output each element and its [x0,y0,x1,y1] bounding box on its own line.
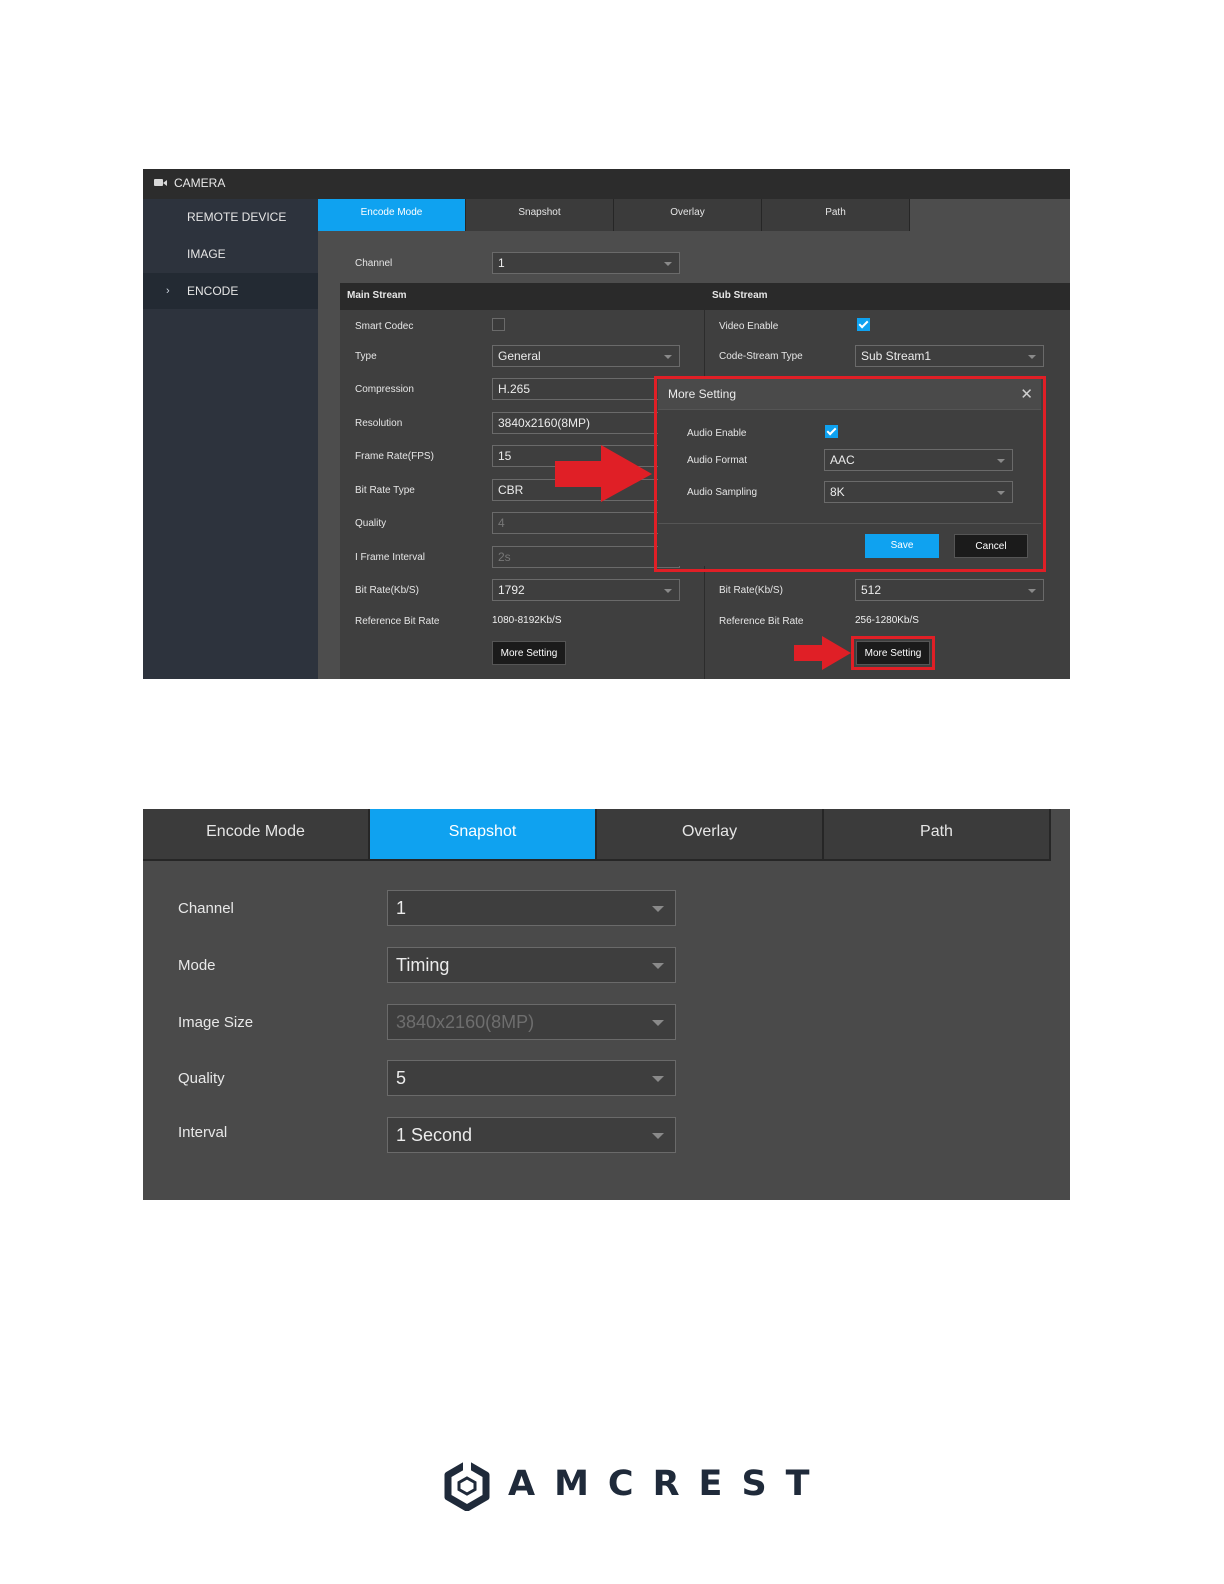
mode-label: Mode [178,957,216,974]
bit-rate-type-label: Bit Rate Type [355,485,415,496]
iframe-interval-value: 2s [498,550,511,564]
red-arrow-icon [794,636,851,670]
code-stream-type-value: Sub Stream1 [861,349,932,363]
dropdown-arrow-icon [664,589,672,593]
dropdown-arrow-icon [652,1076,664,1082]
frame-rate-value: 15 [498,449,512,463]
mode-value: Timing [396,955,450,975]
video-enable-checkbox[interactable] [857,318,870,331]
dropdown-arrow-icon [652,1133,664,1139]
highlight-box-more-setting [851,636,935,670]
quality-label: Quality [355,518,387,529]
tab-snapshot[interactable]: Snapshot [466,199,614,231]
main-bit-rate-value: 1792 [498,583,525,597]
iframe-interval-label: I Frame Interval [355,552,426,563]
channel-select[interactable]: 1 [492,252,680,274]
quality-value: 4 [498,516,505,530]
main-bit-rate-select[interactable]: 1792 [492,579,680,601]
tab-encode-mode[interactable]: Encode Mode [143,809,370,861]
quality-label: Quality [178,1070,225,1087]
resolution-select[interactable]: 3840x2160(8MP) [492,412,680,434]
code-stream-type-select[interactable]: Sub Stream1 [855,345,1044,367]
highlight-box-dialog [654,376,1046,572]
sidebar-item-label: ENCODE [187,284,239,298]
sidebar-item-label: IMAGE [187,247,226,261]
sidebar-item-remote-device[interactable]: REMOTE DEVICE [143,199,318,235]
main-more-setting-button[interactable]: More Setting [492,641,566,665]
code-stream-type-label: Code-Stream Type [719,351,803,362]
resolution-value: 3840x2160(8MP) [498,416,591,430]
dropdown-arrow-icon [1028,589,1036,593]
main-reference-bit-rate-value: 1080-8192Kb/S [492,615,562,626]
red-arrow-icon [555,445,652,502]
quality-value: 5 [396,1068,407,1088]
sidebar: REMOTE DEVICE IMAGE › ENCODE [143,199,318,679]
compression-value: H.265 [498,382,531,396]
stream-header-bar [340,283,1070,310]
snapshot-screenshot: Encode Mode Snapshot Overlay Path Channe… [143,809,1070,1200]
interval-label: Interval [178,1124,228,1141]
sidebar-item-encode[interactable]: › ENCODE [143,273,318,309]
chevron-right-icon: › [166,285,170,297]
tab-snapshot[interactable]: Snapshot [370,809,597,861]
quality-select[interactable]: 4 [492,512,680,534]
tab-overlay[interactable]: Overlay [597,809,824,861]
video-enable-label: Video Enable [719,321,779,332]
type-select[interactable]: General [492,345,680,367]
sidebar-item-label: REMOTE DEVICE [187,210,287,224]
image-size-value: 3840x2160(8MP) [396,1012,535,1032]
tab-encode-mode[interactable]: Encode Mode [318,199,466,231]
encode-mode-screenshot: CAMERA REMOTE DEVICE IMAGE › ENCODE Enco… [143,169,1070,679]
dropdown-arrow-icon [652,963,664,969]
amcrest-logo: AMCREST [444,1461,810,1511]
tab-overlay[interactable]: Overlay [614,199,762,231]
image-size-select[interactable]: 3840x2160(8MP) [387,1004,676,1040]
main-stream-header: Main Stream [347,290,407,301]
sub-bit-rate-value: 512 [861,583,882,597]
sub-bit-rate-select[interactable]: 512 [855,579,1044,601]
main-reference-bit-rate-label: Reference Bit Rate [355,616,440,627]
type-label: Type [355,351,377,362]
compression-label: Compression [355,384,414,395]
channel-label: Channel [355,258,393,269]
sidebar-item-image[interactable]: IMAGE [143,236,318,272]
compression-select[interactable]: H.265 [492,378,680,400]
dropdown-arrow-icon [664,262,672,266]
channel-value: 1 [498,256,505,270]
amcrest-wordmark: AMCREST [508,1464,829,1504]
channel-select[interactable]: 1 [387,890,676,926]
type-value: General [498,349,541,363]
sub-reference-bit-rate-label: Reference Bit Rate [719,616,804,627]
tab-path[interactable]: Path [824,809,1051,861]
channel-label: Channel [178,900,234,917]
resolution-label: Resolution [355,418,403,429]
interval-value: 1 Second [396,1125,473,1145]
image-size-label: Image Size [178,1014,254,1031]
video-camera-icon [154,179,167,186]
sub-stream-header: Sub Stream [712,290,768,301]
dropdown-arrow-icon [1028,355,1036,359]
smart-codec-checkbox[interactable] [492,318,505,331]
dropdown-arrow-icon [664,355,672,359]
channel-value: 1 [396,898,407,918]
tab-path[interactable]: Path [762,199,910,231]
camera-title-bar: CAMERA [143,169,1070,199]
dropdown-arrow-icon [652,1020,664,1026]
amcrest-hexagon-icon [444,1461,490,1511]
dropdown-arrow-icon [652,906,664,912]
camera-title: CAMERA [174,176,226,190]
main-bit-rate-label: Bit Rate(Kb/S) [355,585,419,596]
interval-select[interactable]: 1 Second [387,1117,676,1153]
sub-reference-bit-rate-value: 256-1280Kb/S [855,615,919,626]
mode-select[interactable]: Timing [387,947,676,983]
sub-bit-rate-label: Bit Rate(Kb/S) [719,585,783,596]
bit-rate-type-value: CBR [498,483,524,497]
frame-rate-label: Frame Rate(FPS) [355,451,434,462]
iframe-interval-select[interactable]: 2s [492,546,680,568]
smart-codec-label: Smart Codec [355,321,414,332]
quality-select[interactable]: 5 [387,1060,676,1096]
